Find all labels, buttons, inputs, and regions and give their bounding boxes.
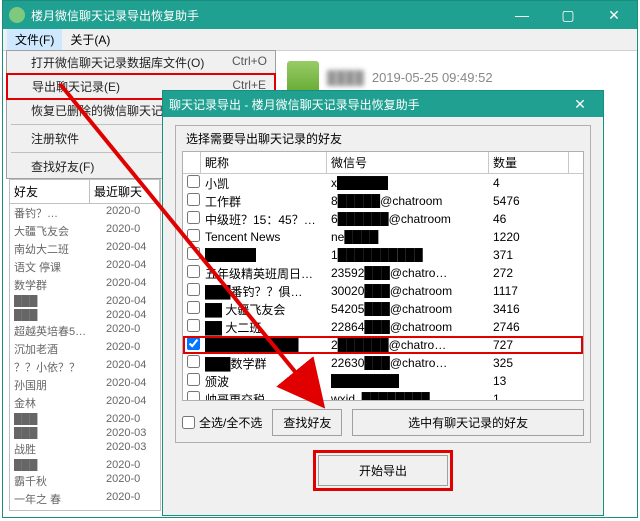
table-row[interactable]: 帅哥更交税wxid_████████1 xyxy=(183,390,583,401)
list-item[interactable]: 大学同学群2020-02 xyxy=(10,508,160,511)
menubar: 文件(F) 关于(A) xyxy=(3,29,637,51)
friend-table: 眤称 微信号 数量 小凯x██████4工作群8█████@chatroom54… xyxy=(182,151,584,401)
contacts-panel: 好友 最近聊天 番钓？…2020-0大疆飞友会2020-0南幼大二班2020-0… xyxy=(9,179,161,511)
list-item[interactable]: 霸千秋2020-0 xyxy=(10,472,160,490)
table-row[interactable]: Tencent Newsne████1220 xyxy=(183,228,583,246)
list-item[interactable]: ███2020-04 xyxy=(10,294,160,308)
table-row[interactable]: 颁波████████13 xyxy=(183,372,583,390)
chat-name-blurred: ████ xyxy=(327,70,364,85)
list-item[interactable]: 金林2020-04 xyxy=(10,394,160,412)
dialog-titlebar: 聊天记录导出 - 楼月微信聊天记录导出恢复助手 ✕ xyxy=(163,91,603,117)
list-item[interactable]: ███2020-03 xyxy=(10,426,160,440)
list-item[interactable]: 大疆飞友会2020-0 xyxy=(10,222,160,240)
find-friend-button[interactable]: 查找好友 xyxy=(272,409,342,436)
table-row[interactable]: 五年级精英班周日…23592███@chatro…272 xyxy=(183,264,583,282)
row-checkbox[interactable] xyxy=(187,175,200,188)
window-title: 楼月微信聊天记录导出恢复助手 xyxy=(31,7,199,24)
list-item[interactable]: 超越英培春5…2020-0 xyxy=(10,322,160,340)
header-count: 数量 xyxy=(489,152,569,173)
fieldset-legend: 选择需要导出聊天记录的好友 xyxy=(182,130,346,147)
row-checkbox[interactable] xyxy=(187,211,200,224)
table-row[interactable]: 工作群8█████@chatroom5476 xyxy=(183,192,583,210)
export-dialog: 聊天记录导出 - 楼月微信聊天记录导出恢复助手 ✕ 选择需要导出聊天记录的好友 … xyxy=(162,90,604,516)
select-has-records-button[interactable]: 选中有聊天记录的好友 xyxy=(352,409,584,436)
row-checkbox[interactable] xyxy=(187,247,200,260)
menu-file[interactable]: 文件(F) xyxy=(7,29,62,50)
list-item[interactable]: 战胜2020-03 xyxy=(10,440,160,458)
col-friend: 好友 xyxy=(10,180,90,203)
list-item[interactable]: ███2020-0 xyxy=(10,458,160,472)
col-recent: 最近聊天 xyxy=(90,180,160,203)
table-row[interactable]: ███番钓？？俱…30020███@chatroom1117 xyxy=(183,282,583,300)
header-wxid: 微信号 xyxy=(327,152,489,173)
minimize-button[interactable]: — xyxy=(499,1,545,29)
row-checkbox[interactable] xyxy=(187,373,200,386)
table-row[interactable]: 中级班？15：45？…6██████@chatroom46 xyxy=(183,210,583,228)
dialog-title: 聊天记录导出 - 楼月微信聊天记录导出恢复助手 xyxy=(169,96,420,113)
start-export-button[interactable]: 开始导出 xyxy=(318,455,448,486)
header-nickname: 眤称 xyxy=(201,152,327,173)
table-row[interactable]: ██ 大疆飞友会54205███@chatroom3416 xyxy=(183,300,583,318)
menu-about[interactable]: 关于(A) xyxy=(62,29,118,50)
table-row[interactable]: ███████████2██████@chatro…727 xyxy=(183,336,583,354)
titlebar: 楼月微信聊天记录导出恢复助手 — ▢ ✕ xyxy=(3,1,637,29)
list-item[interactable]: 南幼大二班2020-04 xyxy=(10,240,160,258)
list-item[interactable]: 语文 停课2020-04 xyxy=(10,258,160,276)
table-row[interactable]: 小凯x██████4 xyxy=(183,174,583,192)
avatar xyxy=(287,61,319,93)
select-all-checkbox[interactable]: 全选/全不选 xyxy=(182,414,262,431)
list-item[interactable]: 数学群2020-04 xyxy=(10,276,160,294)
table-row[interactable]: ██ 大二班22864███@chatroom2746 xyxy=(183,318,583,336)
table-row[interactable]: ███数学群22630███@chatro…325 xyxy=(183,354,583,372)
table-header: 眤称 微信号 数量 xyxy=(183,152,583,174)
close-button[interactable]: ✕ xyxy=(591,1,637,29)
list-item[interactable]: ███2020-0 xyxy=(10,412,160,426)
row-checkbox[interactable] xyxy=(187,355,200,368)
table-row[interactable]: ██████1██████████371 xyxy=(183,246,583,264)
app-icon xyxy=(9,7,25,23)
row-checkbox[interactable] xyxy=(187,301,200,314)
list-item[interactable]: 沉加老酒2020-0 xyxy=(10,340,160,358)
row-checkbox[interactable] xyxy=(187,337,200,350)
row-checkbox[interactable] xyxy=(187,229,200,242)
list-item[interactable]: ？？小依？？2020-04 xyxy=(10,358,160,376)
row-checkbox[interactable] xyxy=(187,391,200,401)
list-item[interactable]: 孙国朋2020-04 xyxy=(10,376,160,394)
maximize-button[interactable]: ▢ xyxy=(545,1,591,29)
fieldset: 选择需要导出聊天记录的好友 眤称 微信号 数量 小凯x██████4工作群8██… xyxy=(175,125,591,443)
chat-timestamp: 2019-05-25 09:49:52 xyxy=(372,70,493,85)
row-checkbox[interactable] xyxy=(187,283,200,296)
list-item[interactable]: 番钓？…2020-0 xyxy=(10,204,160,222)
menu-open-db[interactable]: 打开微信聊天记录数据库文件(O)Ctrl+O xyxy=(7,51,275,74)
list-item[interactable]: ███2020-04 xyxy=(10,308,160,322)
list-item[interactable]: 一年之 春2020-0 xyxy=(10,490,160,508)
row-checkbox[interactable] xyxy=(187,193,200,206)
dialog-close-button[interactable]: ✕ xyxy=(557,90,603,118)
row-checkbox[interactable] xyxy=(187,319,200,332)
row-checkbox[interactable] xyxy=(187,265,200,278)
